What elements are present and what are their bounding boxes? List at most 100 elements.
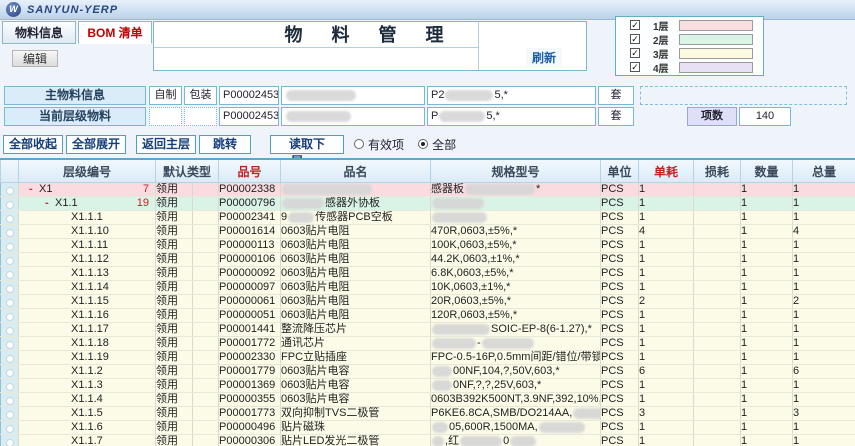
row-selector[interactable] xyxy=(6,327,14,335)
row-selector[interactable] xyxy=(6,299,14,307)
row-selector[interactable] xyxy=(6,355,14,363)
loss-cell xyxy=(694,365,741,379)
table-row[interactable]: X1.1.6领用P00000496贴片磁珠05,600R,1500MA,PCS1… xyxy=(1,421,855,435)
row-selector[interactable] xyxy=(6,313,14,321)
part-name-cell: 0603贴片电阻 xyxy=(281,295,431,309)
qty-cell: 1 xyxy=(741,421,793,435)
table-row[interactable]: X1.1.1领用P000023419传感器PCB空板PCS111 xyxy=(1,211,855,225)
table-row[interactable]: X1.1.19领用P00002330FPC立贴插座FPC-0.5-16P,0.5… xyxy=(1,351,855,365)
table-row[interactable]: X1.1.7领用P00000306贴片LED发光二极管,红0PCS111 xyxy=(1,435,855,446)
layer-checkbox[interactable]: ✓ xyxy=(630,48,640,58)
tab-bom-list[interactable]: BOM 清单 xyxy=(78,21,152,44)
row-selector[interactable] xyxy=(6,271,14,279)
part-name-cell: 贴片磁珠 xyxy=(281,421,431,435)
empty-cell xyxy=(193,309,219,323)
cell-text: ,红 xyxy=(445,435,459,446)
legend-item: ✓4层 xyxy=(616,61,763,73)
row-selector[interactable] xyxy=(6,397,14,405)
divider xyxy=(154,47,478,48)
unit-header[interactable]: 单位 xyxy=(601,159,639,183)
refresh-button[interactable]: 刷新 xyxy=(526,48,562,67)
collapse-all-button[interactable]: 全部收起 xyxy=(3,135,63,154)
table-row[interactable]: X1.1.13领用P000000920603贴片电阻6.8K,0603,±5%,… xyxy=(1,267,855,281)
default-type-cell: 领用 xyxy=(156,267,193,281)
layer-checkbox[interactable]: ✓ xyxy=(630,20,640,30)
row-selector[interactable] xyxy=(6,201,14,209)
row-selector[interactable] xyxy=(6,285,14,293)
unit-usage-cell: 1 xyxy=(639,197,694,211)
table-row[interactable]: -X17领用P00002338感器板*PCS111 xyxy=(1,183,855,197)
row-selector[interactable] xyxy=(6,187,14,195)
table-row[interactable]: X1.1.12领用P000001060603贴片电阻44.2K,0603,±1%… xyxy=(1,253,855,267)
table-row[interactable]: X1.1.4领用P000003550603贴片电容0603B392K500NT,… xyxy=(1,393,855,407)
qty-header[interactable]: 数量 xyxy=(741,159,793,183)
total-header[interactable]: 总量 xyxy=(793,159,855,183)
row-selector[interactable] xyxy=(6,439,14,446)
unit-cell: PCS xyxy=(601,393,639,407)
table-row[interactable]: X1.1.15领用P000000610603贴片电阻20R,0603,±5%,*… xyxy=(1,295,855,309)
row-selector[interactable] xyxy=(6,229,14,237)
level-header[interactable]: 层级编号 xyxy=(19,159,156,183)
default-type-cell: 领用 xyxy=(156,337,193,351)
table-row[interactable]: X1.1.10领用P000016140603贴片电阻470R,0603,±5%,… xyxy=(1,225,855,239)
layer-checkbox[interactable]: ✓ xyxy=(630,34,640,44)
row-selector[interactable] xyxy=(6,369,14,377)
qty-cell: 1 xyxy=(741,407,793,421)
empty-cell xyxy=(193,337,219,351)
spec-cell xyxy=(431,197,601,211)
back-to-main-button[interactable]: 返回主层 xyxy=(136,135,196,154)
tab-material-info[interactable]: 物料信息 xyxy=(2,21,76,44)
cell-text: 0NF,?,?,25V,603,* xyxy=(453,379,541,391)
qty-cell: 1 xyxy=(741,267,793,281)
table-row[interactable]: X1.1.17领用P00001441整流降压芯片SOIC-EP-8(6-1.27… xyxy=(1,323,855,337)
censor-blob xyxy=(445,90,493,101)
row-selector[interactable] xyxy=(6,243,14,251)
row-selector[interactable] xyxy=(6,425,14,433)
part-no-header[interactable]: 品号 xyxy=(219,159,281,183)
valid-items-radio[interactable] xyxy=(354,139,364,149)
legend-item: ✓ 1层 xyxy=(616,19,763,31)
table-header-row: 层级编号 默认类型 品号 品名 规格型号 单位 单耗 损耗 数量 总量 xyxy=(1,159,855,183)
empty-cell xyxy=(193,323,219,337)
table-row[interactable]: -X1.119领用P00000796感器外协板PCS111 xyxy=(1,197,855,211)
table-row[interactable]: X1.1.14领用P000000970603贴片电阻10K,0603,±1%,*… xyxy=(1,281,855,295)
level-code: X1.1.4 xyxy=(71,393,103,406)
edit-button[interactable]: 编辑 xyxy=(12,50,58,67)
default-type-cell: 领用 xyxy=(156,197,193,211)
part-name-cell: 0603贴片电阻 xyxy=(281,239,431,253)
default-type-cell: 领用 xyxy=(156,309,193,323)
layer-label: 1层 xyxy=(653,18,679,33)
level-code: X1.1.6 xyxy=(71,421,103,434)
layer-checkbox[interactable]: ✓ xyxy=(630,62,640,72)
read-next-level-button[interactable]: 读取下层...... xyxy=(270,135,344,154)
part-name-header[interactable]: 品名 xyxy=(281,159,431,183)
table-row[interactable]: X1.1.11领用P000001130603贴片电阻100K,0603,±5%,… xyxy=(1,239,855,253)
table-row[interactable]: X1.1.2领用P000017790603贴片电容00NF,104,?,50V,… xyxy=(1,365,855,379)
jump-button[interactable]: 跳转 xyxy=(199,135,251,154)
default-type-header[interactable]: 默认类型 xyxy=(156,159,219,183)
table-row[interactable]: X1.1.18领用P00001772通讯芯片-PCS111 xyxy=(1,337,855,351)
row-selector[interactable] xyxy=(6,383,14,391)
spec-header[interactable]: 规格型号 xyxy=(431,159,601,183)
part-no-cell: P00002338 xyxy=(219,183,281,197)
unit-usage-cell: 1 xyxy=(639,421,694,435)
unit-usage-header[interactable]: 单耗 xyxy=(639,159,694,183)
level-code: X1.1.17 xyxy=(71,323,109,336)
qty-cell: 1 xyxy=(741,295,793,309)
loss-header[interactable]: 损耗 xyxy=(694,159,741,183)
table-row[interactable]: X1.1.16领用P000000510603贴片电阻120R,0603,±5%,… xyxy=(1,309,855,323)
table-row[interactable]: X1.1.3领用P000013690603贴片电容0NF,?,?,25V,603… xyxy=(1,379,855,393)
row-selector[interactable] xyxy=(6,411,14,419)
total-cell: 1 xyxy=(793,323,855,337)
collapse-icon[interactable]: - xyxy=(29,183,39,196)
row-selector[interactable] xyxy=(6,341,14,349)
row-selector[interactable] xyxy=(6,215,14,223)
default-type-cell: 领用 xyxy=(156,435,193,446)
table-row[interactable]: X1.1.5领用P00001773双向抑制TVS二极管P6KE6.8CA,SMB… xyxy=(1,407,855,421)
part-name-cell: 0603贴片电阻 xyxy=(281,281,431,295)
collapse-icon[interactable]: - xyxy=(45,197,55,210)
unit-usage-cell: 1 xyxy=(639,239,694,253)
all-items-radio[interactable] xyxy=(418,139,428,149)
row-selector[interactable] xyxy=(6,257,14,265)
expand-all-button[interactable]: 全部展开 xyxy=(66,135,126,154)
